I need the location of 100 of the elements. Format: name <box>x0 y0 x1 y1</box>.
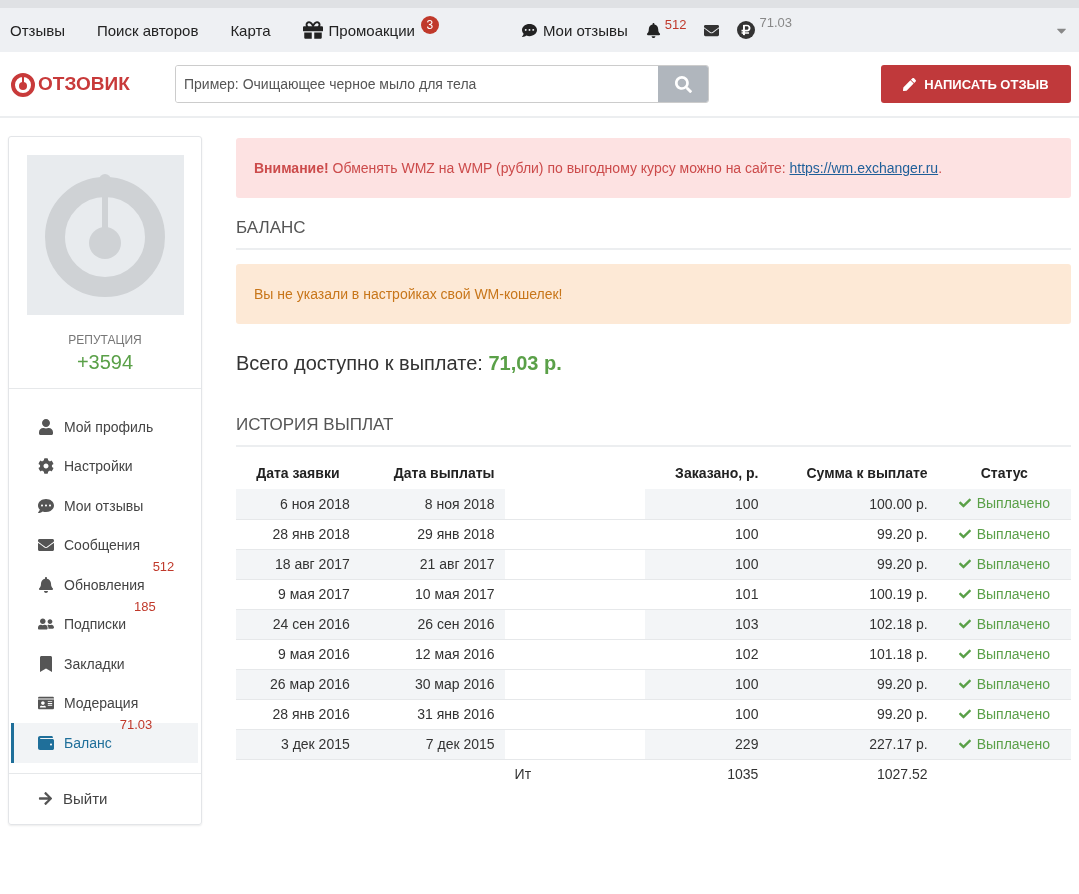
gear-icon <box>38 458 54 475</box>
logo-text[interactable]: ОТЗОВИК <box>38 73 130 95</box>
table-cell: 99.20 р. <box>768 549 938 579</box>
table-cell: 102.18 р. <box>768 609 938 639</box>
status-label: Выплачено <box>976 735 1050 752</box>
write-review-button[interactable]: НАПИСАТЬ ОТЗЫВ <box>881 65 1071 103</box>
search-field[interactable]: Пример: Очищающее черное мыло для тела <box>175 65 709 103</box>
table-cell: 100.00 р. <box>768 489 938 519</box>
table-cell: 99.20 р. <box>768 699 938 729</box>
table-cell: 99.20 р. <box>768 519 938 549</box>
check-icon <box>958 557 971 570</box>
nav-link[interactable]: Отзывы <box>10 21 65 39</box>
column-header: Заказано, р. <box>644 457 769 489</box>
table-cell: 101 <box>644 579 769 609</box>
total-label: Ит <box>514 766 532 783</box>
table-cell: 28 янв 2016 <box>236 699 360 729</box>
status-label: Выплачено <box>976 705 1050 722</box>
wallet-icon <box>38 734 54 751</box>
table-cell: 9 мая 2016 <box>236 639 360 669</box>
exchanger-link[interactable]: https://wm.exchanger.ru <box>789 160 939 176</box>
search-icon <box>674 75 692 93</box>
id-card-icon <box>38 695 54 712</box>
available-balance: Всего доступно к выплате: 71,03 р. <box>236 352 563 375</box>
table-cell: 100 <box>644 699 769 729</box>
column-header: Статус <box>937 457 1071 489</box>
chat-icon <box>521 22 537 38</box>
column-header: Дата заявки <box>236 457 360 489</box>
count-badge: 3 <box>420 16 439 34</box>
nav-link[interactable]: Поиск авторов <box>96 21 199 39</box>
sidebar-item[interactable]: Закладки <box>11 644 198 684</box>
balance-amount: 71.03 <box>759 15 792 30</box>
nav-link[interactable]: Мои отзывы <box>521 21 628 39</box>
sidebar-item[interactable]: Настройки <box>11 446 198 486</box>
status-label: Выплачено <box>976 525 1050 542</box>
pen-icon <box>903 77 917 91</box>
table-cell: 100 <box>644 669 769 699</box>
status-label: Выплачено <box>976 675 1050 692</box>
user-icon <box>38 418 54 435</box>
count-label: 512 <box>152 559 175 574</box>
status-label: Выплачено <box>976 645 1050 662</box>
table-cell: 12 мая 2016 <box>359 639 505 669</box>
table-cell: 21 авг 2017 <box>359 549 505 579</box>
status-label: Выплачено <box>976 585 1050 602</box>
table-cell: 1035 <box>644 759 769 789</box>
table-cell: 18 авг 2017 <box>236 549 360 579</box>
column-header: Дата выплаты <box>359 457 505 489</box>
bell-icon[interactable] <box>645 22 661 38</box>
table-cell: 31 янв 2016 <box>359 699 505 729</box>
table-cell: 3 дек 2015 <box>236 729 360 759</box>
table-cell: 30 мар 2016 <box>359 669 505 699</box>
table-cell: 10 мая 2017 <box>359 579 505 609</box>
reputation-value: +3594 <box>76 351 134 374</box>
table-cell: 227.17 р. <box>768 729 938 759</box>
check-icon <box>958 497 971 510</box>
envelope-icon[interactable] <box>704 22 720 38</box>
table-cell: 103 <box>644 609 769 639</box>
gift-icon <box>302 20 323 40</box>
table-cell: 100 <box>644 549 769 579</box>
ruble-icon[interactable] <box>737 21 756 39</box>
warning-message: Вы не указали в настройках свой WM-кошелек! <box>236 264 1071 324</box>
check-icon <box>958 707 971 720</box>
column-header: Сумма к выплате <box>768 457 938 489</box>
table-cell: 8 ноя 2018 <box>359 489 505 519</box>
table-cell: 6 ноя 2018 <box>236 489 360 519</box>
nav-link[interactable]: Карта <box>230 21 271 39</box>
section-heading: ИСТОРИЯ ВЫПЛАТ <box>236 415 1071 447</box>
table-cell: 1027.52 <box>768 759 938 789</box>
people-icon <box>38 616 54 633</box>
table-cell: 100.19 р. <box>768 579 938 609</box>
table-cell: 26 сен 2016 <box>359 609 505 639</box>
envelope-icon <box>38 537 54 554</box>
table-cell: 100 <box>644 519 769 549</box>
check-icon <box>958 527 971 540</box>
table-cell: 28 янв 2018 <box>236 519 360 549</box>
sidebar-item[interactable]: Мой профиль <box>11 407 198 447</box>
check-icon <box>958 737 971 750</box>
table-cell: 9 мая 2017 <box>236 579 360 609</box>
check-icon <box>958 617 971 630</box>
bookmark-icon <box>38 655 54 672</box>
section-heading: БАЛАНС <box>236 198 1071 250</box>
arrow-icon <box>38 791 53 806</box>
bell-icon <box>38 576 54 593</box>
alert-message: Внимание! Обменять WMZ на WMP (рубли) по выгодному курсу можно на сайте: https://wm.exchanger.ru. <box>236 138 1071 198</box>
sidebar-item[interactable]: Мои отзывы <box>11 486 198 526</box>
table-cell: 99.20 р. <box>768 669 938 699</box>
check-icon <box>958 587 971 600</box>
reputation-label: РЕПУТАЦИЯ <box>68 333 142 347</box>
table-cell: 100 <box>644 489 769 519</box>
status-label: Выплачено <box>976 495 1050 512</box>
logo-icon <box>10 71 36 97</box>
logout-link[interactable]: Выйти <box>9 773 201 824</box>
check-icon <box>958 677 971 690</box>
table-cell: 101.18 р. <box>768 639 938 669</box>
table-cell: 229 <box>644 729 769 759</box>
table-cell: 7 дек 2015 <box>359 729 505 759</box>
table-cell: 29 янв 2018 <box>359 519 505 549</box>
chat-icon <box>38 497 54 514</box>
table-cell: 26 мар 2016 <box>236 669 360 699</box>
notification-count: 512 <box>664 16 687 32</box>
check-icon <box>958 647 971 660</box>
